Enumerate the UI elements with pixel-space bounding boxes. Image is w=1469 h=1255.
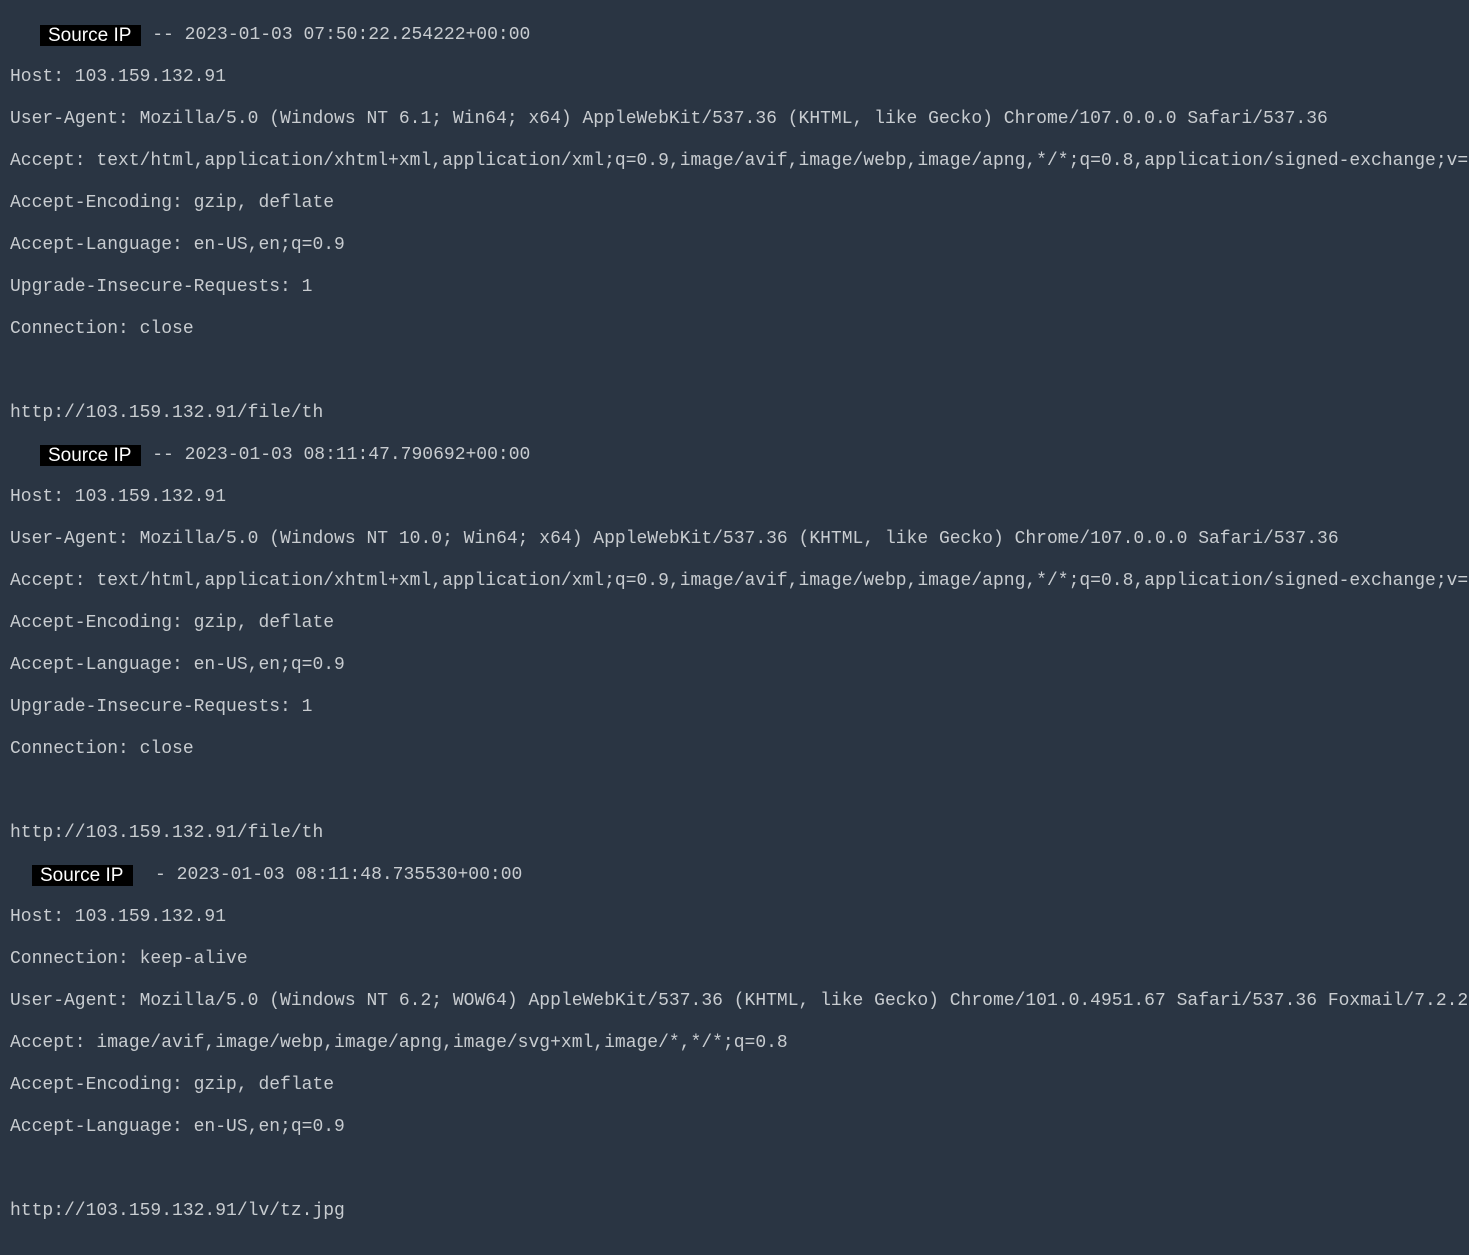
header-line: Accept-Encoding: gzip, deflate (10, 1075, 1459, 1096)
header-line: Upgrade-Insecure-Requests: 1 (10, 277, 1459, 298)
url-line: http://103.159.132.91/lv/tz.jpg (10, 1201, 1459, 1222)
header-line: Host: 103.159.132.91 (10, 487, 1459, 508)
timestamp: - 2023-01-03 08:11:48.735530+00:00 (133, 865, 522, 885)
header-line: Upgrade-Insecure-Requests: 1 (10, 697, 1459, 718)
header-line: Host: 103.159.132.91 (10, 67, 1459, 88)
header-line: Connection: keep-alive (10, 949, 1459, 970)
timestamp: -- 2023-01-03 08:11:47.790692+00:00 (141, 445, 530, 465)
source-ip-badge: Source IP (32, 865, 133, 886)
header-line: Accept: text/html,application/xhtml+xml,… (10, 571, 1459, 592)
log-line: Source IP -- 2023-01-03 07:50:22.254222+… (10, 25, 1459, 46)
header-line: Accept-Language: en-US,en;q=0.9 (10, 1117, 1459, 1138)
header-line: Connection: close (10, 739, 1459, 760)
header-line: User-Agent: Mozilla/5.0 (Windows NT 10.0… (10, 529, 1459, 550)
header-line: User-Agent: Mozilla/5.0 (Windows NT 6.2;… (10, 991, 1459, 1012)
header-line: Connection: close (10, 319, 1459, 340)
blank-line (10, 1159, 1459, 1180)
header-line: Accept: image/avif,image/webp,image/apng… (10, 1033, 1459, 1054)
header-line: Accept: text/html,application/xhtml+xml,… (10, 151, 1459, 172)
blank-line (10, 781, 1459, 802)
timestamp: -- 2023-01-03 07:50:22.254222+00:00 (141, 25, 530, 45)
header-line: Accept-Encoding: gzip, deflate (10, 613, 1459, 634)
url-line: http://103.159.132.91/file/th (10, 823, 1459, 844)
header-line: User-Agent: Mozilla/5.0 (Windows NT 6.1;… (10, 109, 1459, 130)
source-ip-badge: Source IP (40, 25, 141, 46)
log-line: Source IP - 2023-01-03 08:11:48.735530+0… (10, 865, 1459, 886)
header-line: Accept-Language: en-US,en;q=0.9 (10, 235, 1459, 256)
log-line: Source IP -- 2023-01-03 08:11:47.790692+… (10, 445, 1459, 466)
header-line: Host: 103.159.132.91 (10, 907, 1459, 928)
source-ip-badge: Source IP (40, 445, 141, 466)
header-line: Accept-Encoding: gzip, deflate (10, 193, 1459, 214)
blank-line (10, 361, 1459, 382)
header-line: Accept-Language: en-US,en;q=0.9 (10, 655, 1459, 676)
url-line: http://103.159.132.91/file/th (10, 403, 1459, 424)
